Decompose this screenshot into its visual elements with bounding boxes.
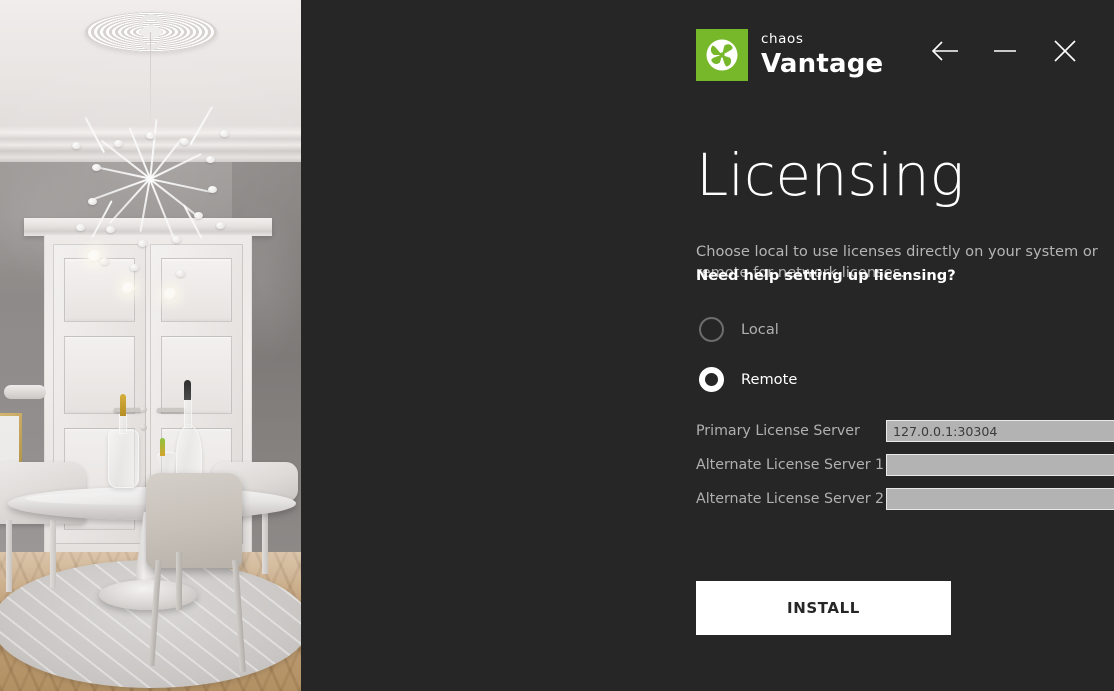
alternate-license-server-2-input[interactable] xyxy=(886,488,1114,510)
back-arrow-icon xyxy=(930,40,960,62)
ceiling-medallion xyxy=(85,12,217,52)
radio-option-remote[interactable]: Remote xyxy=(699,367,797,392)
wall-sconce xyxy=(4,385,46,399)
radio-indicator-local[interactable] xyxy=(699,317,724,342)
black-candle xyxy=(184,380,191,400)
minimize-button[interactable] xyxy=(986,32,1024,70)
brand-wordmark: chaos Vantage xyxy=(761,30,884,80)
gold-candle xyxy=(120,394,126,416)
radio-option-local[interactable]: Local xyxy=(699,317,779,342)
brand-company: chaos xyxy=(761,30,804,47)
brand-lockup: chaos Vantage xyxy=(696,29,883,81)
radio-indicator-remote[interactable] xyxy=(699,367,724,392)
field-label: Alternate License Server 1 xyxy=(696,457,885,473)
installer-panel: chaos Vantage Licensing Choose local to … xyxy=(301,0,1114,691)
hero-image xyxy=(0,0,301,691)
alternate-license-server-1-input[interactable] xyxy=(886,454,1114,476)
door-handle-right xyxy=(157,408,185,412)
radio-label-remote: Remote xyxy=(741,371,798,388)
minimize-icon xyxy=(992,40,1018,62)
help-link[interactable]: Need help setting up licensing? xyxy=(696,265,956,286)
window-controls xyxy=(926,32,1084,70)
install-button[interactable]: INSTALL xyxy=(696,581,951,635)
door-lock xyxy=(140,406,147,413)
door-handle-left xyxy=(114,408,142,412)
dining-table-base xyxy=(99,580,197,610)
glass-bottle-left xyxy=(108,430,139,488)
back-button[interactable] xyxy=(926,32,964,70)
brand-product: Vantage xyxy=(761,49,884,80)
door-panel xyxy=(161,336,232,414)
chair-foreground xyxy=(146,473,242,568)
primary-license-server-input[interactable] xyxy=(886,420,1114,442)
close-icon xyxy=(1052,38,1078,64)
door-keyhole xyxy=(140,424,147,431)
field-label: Primary License Server xyxy=(696,423,860,439)
chaos-pinwheel-logo-icon xyxy=(696,29,748,81)
field-alternate-license-server-2: Alternate License Server 2 xyxy=(696,488,1114,510)
field-alternate-license-server-1: Alternate License Server 1 xyxy=(696,454,1114,476)
radio-label-local: Local xyxy=(741,321,779,338)
page-title: Licensing xyxy=(696,141,964,209)
field-label: Alternate License Server 2 xyxy=(696,491,885,507)
green-candle xyxy=(160,438,165,456)
field-primary-license-server: Primary License Server xyxy=(696,420,1114,442)
close-button[interactable] xyxy=(1046,32,1084,70)
installer-window: chaos Vantage Licensing Choose local to … xyxy=(0,0,1114,691)
